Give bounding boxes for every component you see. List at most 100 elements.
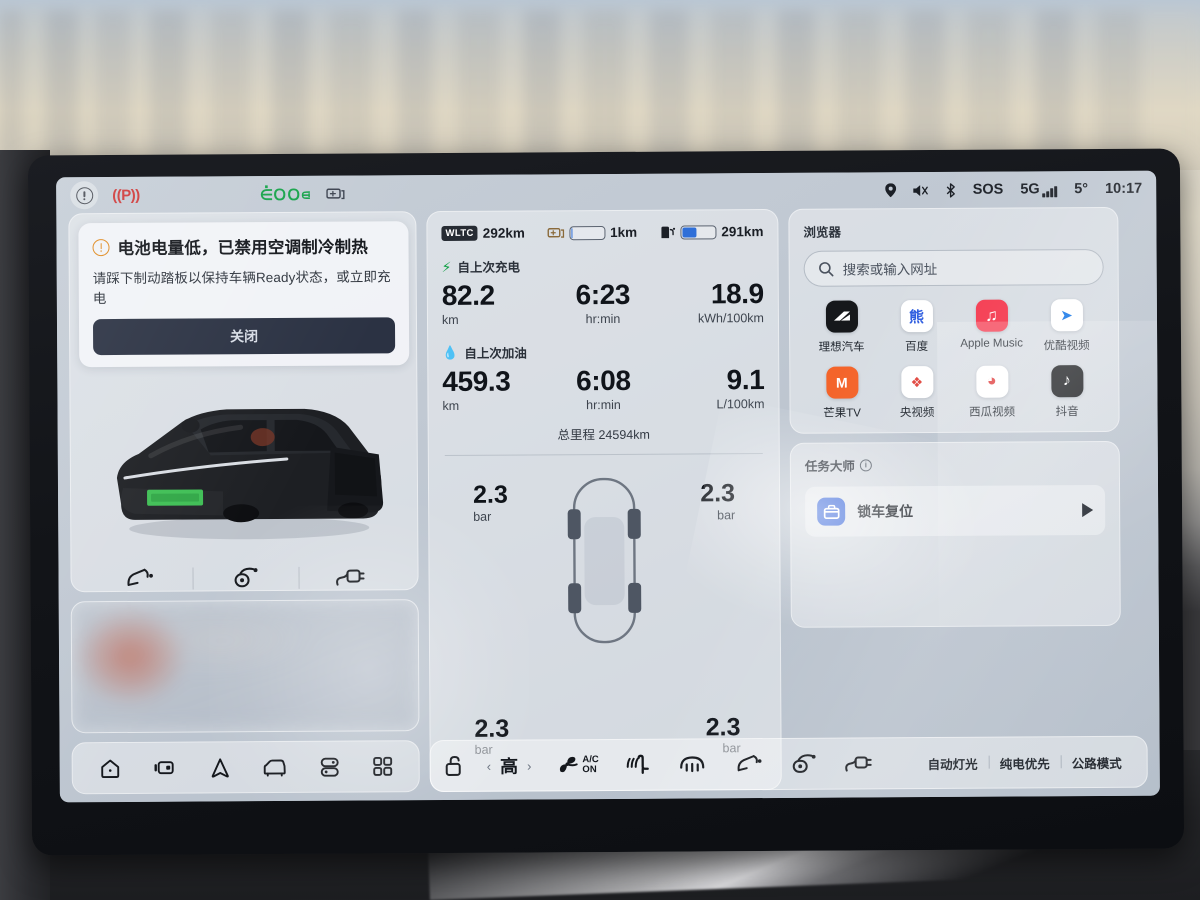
since-charge-distance-unit: km (441, 313, 459, 328)
climate-charge-cable-button[interactable] (844, 753, 874, 774)
charge-port-icon (792, 753, 816, 773)
temp-decrease-button[interactable]: ‹ (487, 758, 491, 773)
nav-home-button[interactable] (98, 756, 121, 779)
since-charge-distance-value: 82.2 (441, 279, 495, 312)
ev-priority-chip[interactable]: 纯电优先 (989, 753, 1061, 772)
battery-icon (547, 227, 564, 238)
since-refuel-time: 6:08 hr:min (550, 365, 658, 413)
climate-charge-port-button[interactable] (790, 752, 818, 775)
wltc-badge: WLTC (441, 225, 478, 242)
location-pin-icon[interactable] (884, 183, 896, 198)
mute-icon[interactable] (912, 184, 928, 197)
since-refuel-distance-unit: km (442, 399, 460, 414)
charge-bolt-icon: ⚡ (441, 258, 452, 275)
bluetooth-icon[interactable] (945, 182, 956, 198)
alert-title-row: 电池电量低，已禁用空调制冷制热 (92, 233, 394, 259)
nav-navigation-button[interactable] (209, 756, 230, 779)
play-icon[interactable] (1082, 503, 1094, 518)
battery-indicator-icon (326, 187, 345, 201)
vehicle-image (90, 384, 401, 551)
since-refuel-distance: 459.3 km (442, 366, 550, 414)
cityscape-background (0, 10, 1200, 160)
info-icon[interactable]: i (859, 458, 872, 471)
since-refuel-distance-value: 459.3 (442, 365, 511, 398)
nav-media-button[interactable] (318, 755, 340, 778)
infotainment-screen[interactable]: ((P)) ⋵ＯＯ⋴ SOS 5G 5° 10:17 电池电量低，已禁用空调制冷… (56, 170, 1160, 803)
fuel-flap-icon (737, 754, 762, 771)
fan-icon (559, 756, 578, 773)
xigua-icon: ◕ (975, 365, 1008, 398)
unlock-button[interactable] (445, 754, 465, 778)
app-apple-music[interactable]: ♫ Apple Music (954, 299, 1029, 353)
fuel-gauge (680, 224, 717, 240)
vehicle-status-card: WLTC 292km 1km 291km ⚡ 自上次充电 82.2 km 6:2… (426, 208, 782, 793)
since-charge-distance: 82.2 km (441, 279, 550, 328)
since-refuel-time-value: 6:08 (576, 365, 631, 397)
home-icon (100, 759, 119, 778)
navigation-arrow-icon (211, 757, 229, 778)
app-xigua[interactable]: ◕ 西瓜视频 (954, 365, 1029, 419)
browser-card: 浏览器 搜索或输入网址 理想汽车 熊 百度 ♫ Apple Music ➤ 优酷… (788, 206, 1120, 434)
fuel-flap-button[interactable] (87, 566, 192, 593)
alert-warning-icon (92, 238, 110, 256)
rear-defrost-button[interactable] (679, 753, 706, 775)
temp-increase-button[interactable]: › (527, 758, 531, 773)
center-column: WLTC 292km 1km 291km ⚡ 自上次充电 82.2 km 6:2… (426, 208, 782, 793)
app-baidu[interactable]: 熊 百度 (879, 300, 954, 354)
climate-fuel-flap-button[interactable] (736, 754, 764, 775)
road-mode-chip[interactable]: 公路模式 (1061, 752, 1133, 771)
wltc-range: WLTC 292km (441, 225, 525, 242)
media-icon (320, 757, 339, 777)
since-charge-time-value: 6:23 (575, 278, 631, 311)
app-grid: 理想汽车 熊 百度 ♫ Apple Music ➤ 优酷视频 M 芒果TV ❖ … (804, 299, 1105, 421)
lock-reset-icon (817, 497, 846, 526)
auto-lights-chip[interactable]: 自动灯光 (917, 753, 989, 772)
app-liauto[interactable]: 理想汽车 (804, 300, 879, 354)
alert-subtitle: 请踩下制动踏板以保持车辆Ready状态，或立即充电 (92, 269, 391, 307)
nav-apps-button[interactable] (371, 755, 393, 777)
since-refuel-label-row: 💧 自上次加油 (442, 341, 764, 362)
media-card-blurred[interactable] (70, 599, 420, 734)
charge-cable-icon (336, 569, 365, 586)
fuel-flap-icon (127, 568, 153, 586)
heated-seat-button[interactable] (625, 753, 651, 777)
bottom-nav-bar (71, 740, 420, 795)
section-divider (444, 453, 763, 457)
nav-vehicle-button[interactable] (261, 757, 287, 777)
charge-cable-button[interactable] (298, 564, 403, 591)
mode-chip-group: 自动灯光 纯电优先 公路模式 (917, 752, 1133, 772)
tire-front-right: 2.3 bar (700, 480, 736, 523)
tire-pressure-section[interactable]: 2.3 bar 2.3 bar 2.3 bar 2.3 bar (443, 458, 767, 783)
search-placeholder: 搜索或输入网址 (842, 261, 938, 278)
nav-dashcam-button[interactable] (152, 758, 178, 778)
right-column: 浏览器 搜索或输入网址 理想汽车 熊 百度 ♫ Apple Music ➤ 优酷… (788, 206, 1122, 790)
since-charge-consumption-unit: kWh/100km (697, 311, 765, 326)
app-youku[interactable]: ➤ 优酷视频 (1029, 299, 1104, 353)
rear-defrost-icon (680, 756, 705, 773)
app-yangshipin[interactable]: ❖ 央视频 (879, 366, 954, 420)
network-label: 5G (1020, 181, 1040, 198)
temperature-control[interactable]: ‹ 高 › (487, 752, 532, 778)
ac-button[interactable]: A/C ON (555, 754, 599, 776)
app-liauto-label: 理想汽车 (818, 341, 865, 354)
signal-strength-icon (1042, 186, 1058, 198)
task-row[interactable]: 锁车复位 (805, 484, 1106, 537)
tire-fl-unit: bar (473, 509, 492, 524)
sos-button[interactable]: SOS (973, 182, 1004, 198)
warning-indicator-icon[interactable] (70, 181, 99, 210)
tire-fl-value: 2.3 (472, 480, 508, 510)
since-charge-label: 自上次充电 (457, 260, 521, 275)
dashcam-icon (153, 761, 174, 775)
ac-state: ON (582, 764, 597, 776)
alert-close-button[interactable]: 关闭 (92, 317, 396, 356)
tire-fr-unit: bar (717, 508, 736, 523)
charge-port-button[interactable] (193, 565, 298, 592)
left-column: 电池电量低，已禁用空调制冷制热 请踩下制动踏板以保持车辆Ready状态，或立即充… (68, 211, 420, 795)
since-charge-time-unit: hr:min (585, 312, 621, 327)
app-mangotv[interactable]: M 芒果TV (804, 366, 879, 420)
charge-cable-icon (845, 755, 872, 772)
since-refuel-consumption-value: 9.1 (726, 364, 765, 396)
parking-brake-indicator-icon: ((P)) (112, 186, 140, 204)
app-douyin[interactable]: ♪ 抖音 (1029, 365, 1104, 419)
search-input[interactable]: 搜索或输入网址 (803, 248, 1104, 287)
